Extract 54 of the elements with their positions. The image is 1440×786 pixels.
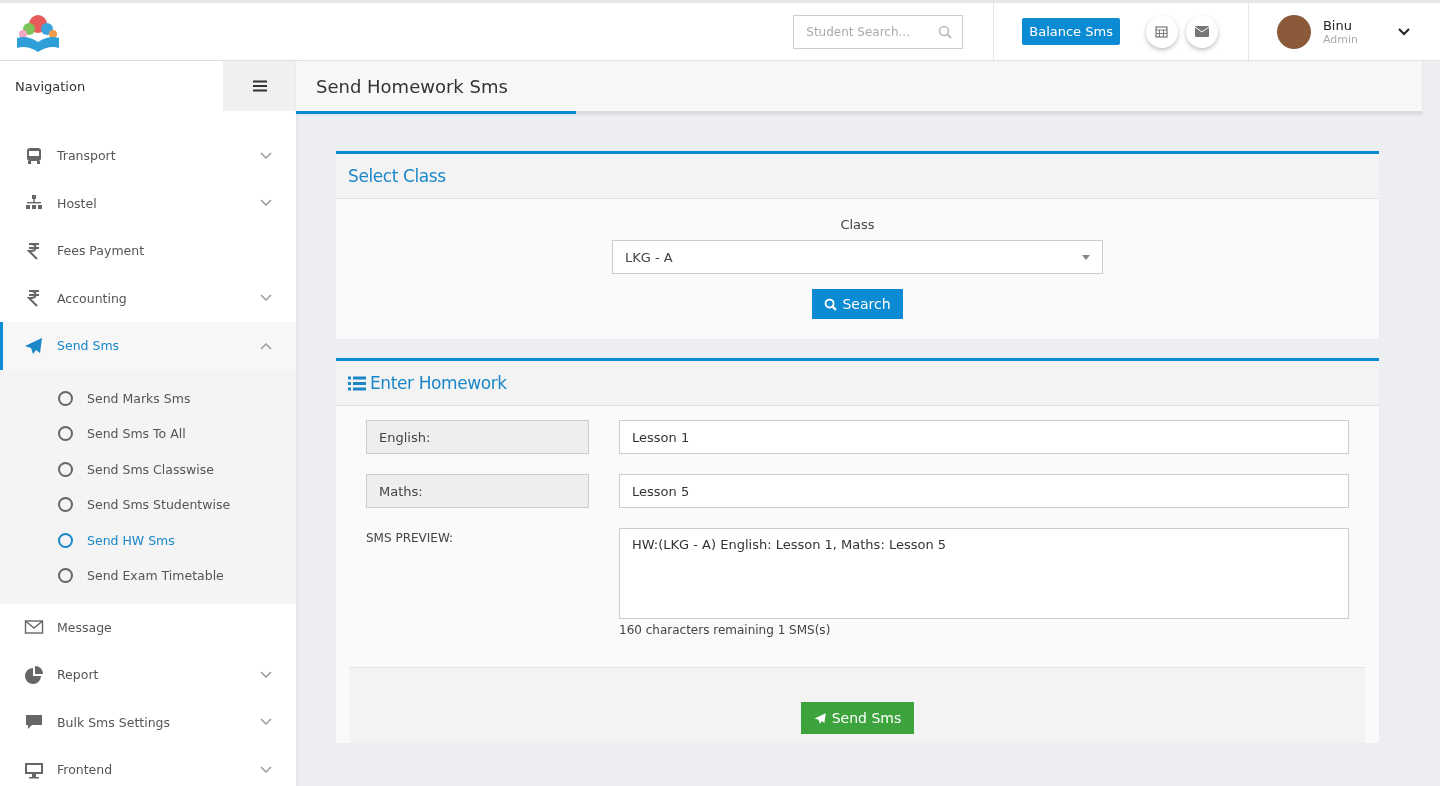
paper-plane-icon [813,711,827,725]
mail-button[interactable] [1185,15,1218,48]
plane-icon [24,335,44,356]
search-button[interactable]: Search [812,289,903,319]
sidebar-item[interactable]: Fees Payment [0,227,296,275]
balance-sms-button[interactable]: Balance Sms [1022,18,1120,45]
sidebar-item[interactable]: Bulk Sms Settings [0,698,296,746]
submenu-item[interactable]: Send Marks Sms [0,380,296,416]
envelope-icon [1194,26,1209,37]
submenu-item[interactable]: Send Sms To All [0,416,296,452]
submenu-item[interactable]: Send Sms Classwise [0,451,296,487]
circle-icon [58,461,73,477]
navigation-title: Navigation [14,78,87,94]
student-search-field[interactable]: Student Search... [793,14,964,49]
submenu-item[interactable]: Send Sms Studentwise [0,487,296,523]
list-icon [348,375,366,391]
menu-button[interactable] [223,61,296,111]
sms-preview-field[interactable]: HW:(LKG - A) English: Lesson 1, Maths: Lesson 5 [619,528,1349,619]
sidebar-item[interactable]: Hostel [0,179,296,227]
sidebar-item[interactable]: Frontend [0,746,296,786]
submenu-item[interactable]: Send Exam Timetable [0,558,296,594]
circle-icon [58,426,73,442]
bus-icon [24,145,44,166]
circle-icon [58,568,73,584]
subject-label: English: [366,420,589,454]
sidebar-item[interactable]: Transport [0,132,296,180]
circle-icon [58,532,73,548]
preview-label: SMS PREVIEW: [366,530,455,547]
pie-icon [24,664,44,685]
user-role: Admin [1322,32,1358,46]
search-icon [824,297,838,311]
sidebar-item[interactable]: Message [0,603,296,651]
submenu-item[interactable]: Send HW Sms [0,522,296,558]
homework-field[interactable]: Lesson 5 [619,474,1349,508]
user-name: Binu [1322,17,1353,33]
subject-label: Maths: [366,474,589,508]
class-label: Class [840,217,875,232]
panel-title: Enter Homework [370,373,507,393]
class-dropdown[interactable]: LKG - A [612,240,1103,274]
circle-icon [58,497,73,513]
panel-title: Select Class [348,166,446,186]
avatar[interactable] [1276,14,1311,49]
menu-icon [252,80,267,92]
calendar-icon [1155,25,1169,38]
dropdown-chevron-icon[interactable] [1398,27,1410,36]
character-counter: 160 characters remaining 1 SMS(s) [619,623,832,637]
sidebar-item[interactable]: Accounting [0,274,296,322]
sidebar-item[interactable]: Report [0,651,296,699]
page-title: Send Homework Sms [296,61,576,114]
calendar-button[interactable] [1145,15,1178,48]
caret-icon [1082,254,1090,260]
homework-field[interactable]: Lesson 1 [619,420,1349,454]
circle-icon [58,390,73,406]
sidebar-item[interactable]: Send Sms [0,322,296,370]
